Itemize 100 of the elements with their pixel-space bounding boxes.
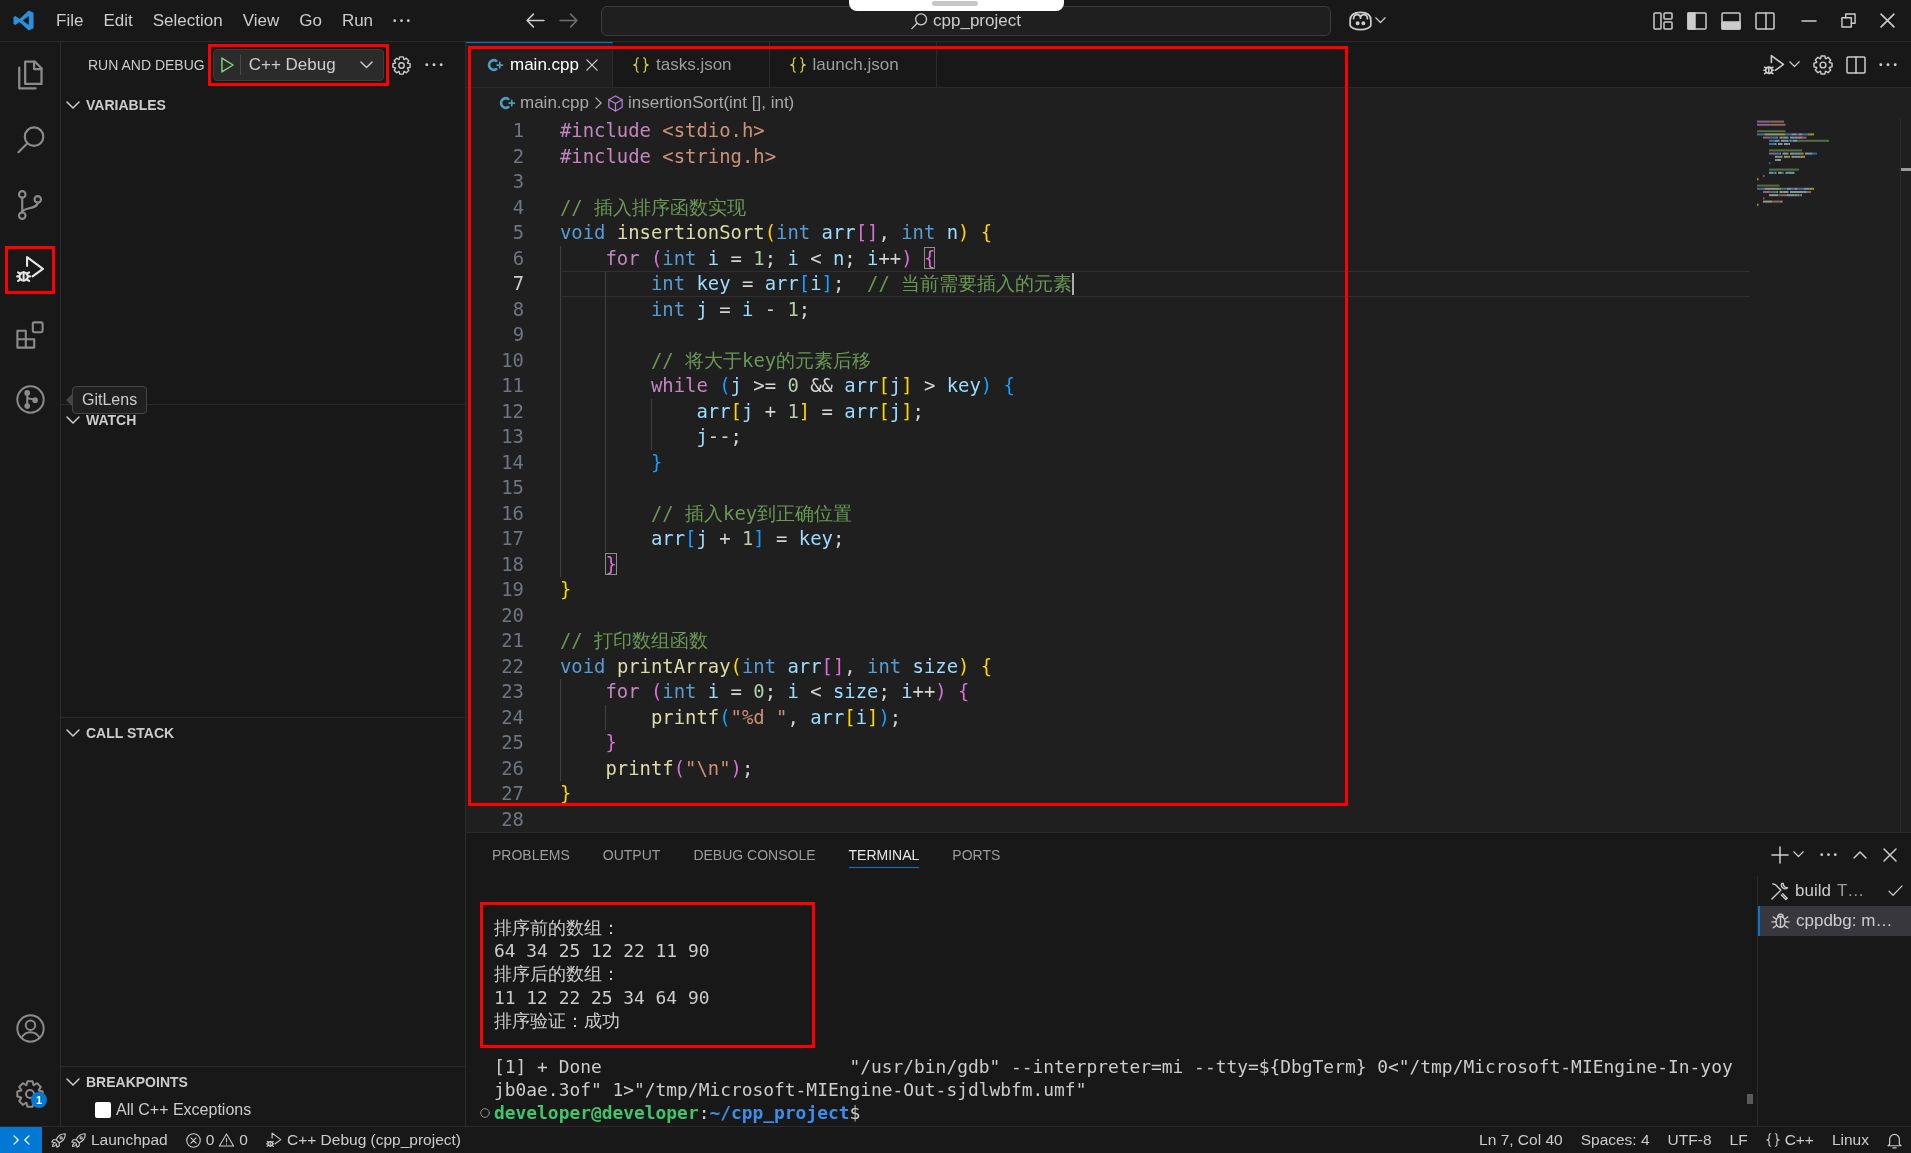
status-item[interactable]: Spaces: 4: [1571, 1127, 1659, 1153]
line-number: 20: [500, 602, 524, 628]
code-line: // 将大于key的元素后移: [651, 347, 872, 373]
terminal-line: 排序验证：成功: [494, 1008, 620, 1032]
panel-bottom-icon[interactable]: [1721, 11, 1741, 30]
panel-tab[interactable]: PROBLEMS: [492, 841, 570, 868]
sidebar-right-icon[interactable]: [1755, 11, 1775, 30]
blocks-icon[interactable]: [16, 320, 44, 349]
terminal-list-item[interactable]: build T…: [1758, 876, 1911, 906]
arrow-right-icon[interactable]: [559, 13, 578, 28]
close-icon[interactable]: [586, 59, 598, 71]
panel-tab[interactable]: DEBUG CONSOLE: [693, 841, 816, 868]
code-line: j--;: [696, 424, 742, 449]
checkbox[interactable]: [95, 1102, 111, 1118]
launchpad-button[interactable]: Launchpad: [42, 1127, 177, 1153]
files-icon[interactable]: [17, 59, 43, 90]
app-logo-icon[interactable]: [12, 10, 34, 31]
line-number: 14: [500, 449, 524, 475]
sidebar-left-icon[interactable]: [1687, 11, 1707, 30]
command-marker-icon: [480, 1108, 490, 1118]
menu-item[interactable]: Go: [289, 7, 332, 34]
line-number: 21: [500, 628, 524, 653]
more-icon[interactable]: [1879, 62, 1897, 67]
start-debug-icon[interactable]: [220, 57, 234, 73]
editor-tab[interactable]: tasks.json: [613, 42, 770, 87]
section-header[interactable]: VARIABLES: [61, 90, 174, 120]
code-line: #include <stdio.h>: [560, 118, 765, 143]
menu-item[interactable]: Edit: [93, 7, 143, 34]
breadcrumb-item[interactable]: main.cpp: [498, 93, 589, 113]
search-icon[interactable]: [16, 126, 44, 153]
section-header[interactable]: CALL STACK: [61, 718, 183, 748]
status-item[interactable]: UTF-8: [1658, 1127, 1721, 1153]
chevron-up-icon[interactable]: [1853, 850, 1867, 859]
line-number: 4: [511, 194, 524, 220]
rocket-icon: [71, 1132, 86, 1148]
warning-icon: [219, 1133, 235, 1147]
chevron-down-icon: [66, 729, 80, 737]
status-item[interactable]: Linux: [1822, 1127, 1878, 1153]
line-number: 13: [500, 424, 524, 449]
chevron-down-icon[interactable]: [1793, 851, 1804, 858]
arrow-left-icon[interactable]: [526, 13, 545, 28]
line-number: 1: [511, 118, 524, 143]
breadcrumb-item[interactable]: insertionSort(int [], int): [608, 93, 795, 113]
code-line: }: [560, 781, 572, 806]
cube-icon: [608, 94, 623, 112]
play-bug-icon[interactable]: [15, 255, 45, 284]
panel-tab[interactable]: OUTPUT: [602, 841, 661, 868]
settings-icon[interactable]: [391, 55, 411, 75]
indent-guide: [605, 704, 607, 730]
minimize-icon[interactable]: [1801, 19, 1817, 22]
menu-item[interactable]: File: [46, 7, 94, 34]
branch-icon[interactable]: [18, 189, 42, 220]
line-number: 7: [511, 271, 524, 296]
line-number: 3: [511, 169, 524, 194]
menu-item[interactable]: Run: [331, 7, 384, 34]
status-item[interactable]: LF: [1720, 1127, 1757, 1153]
more-icon[interactable]: [393, 18, 411, 23]
chevron-down-icon[interactable]: [1789, 61, 1800, 68]
chevron-down-icon: [66, 416, 80, 424]
terminal-list-item[interactable]: cppdbg: m…: [1758, 906, 1911, 936]
error-icon: [185, 1132, 201, 1148]
split-editor-icon[interactable]: [1846, 55, 1866, 74]
close-icon[interactable]: [1880, 13, 1895, 28]
robot-face-icon[interactable]: [1349, 10, 1372, 31]
more-icon[interactable]: [424, 63, 443, 67]
debug-target-button[interactable]: C++ Debug (cpp_project): [256, 1127, 470, 1153]
command-center[interactable]: cpp_project: [601, 5, 1331, 36]
layout-grid-icon[interactable]: [1653, 11, 1673, 30]
chevron-down-icon[interactable]: [1375, 17, 1386, 24]
bell-icon[interactable]: [1887, 1131, 1902, 1149]
status-item[interactable]: Ln 7, Col 40: [1470, 1127, 1572, 1153]
branch-circle-icon[interactable]: [15, 385, 45, 414]
editor-tab[interactable]: launch.json: [769, 42, 937, 87]
line-number: 6: [511, 245, 524, 271]
language-button[interactable]: C++: [1756, 1127, 1823, 1153]
account-icon[interactable]: [15, 1014, 45, 1043]
menu-item[interactable]: View: [232, 7, 290, 34]
close-icon[interactable]: [1883, 847, 1897, 862]
menu-item[interactable]: Selection: [142, 7, 233, 34]
notification-badge: 1: [31, 1092, 47, 1108]
restore-icon[interactable]: [1841, 13, 1856, 28]
settings-icon[interactable]: [1813, 54, 1833, 75]
code-line: for (int i = 0; i < size; i++) {: [605, 679, 970, 704]
code-line: printf("\n");: [605, 755, 754, 781]
code-line: }: [651, 449, 663, 475]
plus-icon[interactable]: [1771, 845, 1789, 864]
code-line: void insertionSort(int arr[], int n) {: [560, 220, 993, 245]
panel-tab[interactable]: PORTS: [952, 841, 1001, 868]
line-number: 27: [500, 781, 524, 806]
chevron-right-icon: [595, 97, 602, 109]
more-icon[interactable]: [1820, 852, 1837, 857]
panel-tab[interactable]: TERMINAL: [848, 841, 920, 868]
problems-button[interactable]: 0 0: [176, 1127, 257, 1153]
section-header[interactable]: BREAKPOINTS: [61, 1067, 196, 1097]
search-icon: [911, 12, 928, 29]
scrollbar-thumb[interactable]: [1747, 1094, 1753, 1104]
code-line: arr[j + 1] = key;: [651, 526, 845, 551]
config-select[interactable]: C++ Debug: [248, 50, 383, 80]
play-bug-icon[interactable]: [1763, 53, 1785, 76]
line-number: 28: [500, 806, 524, 832]
